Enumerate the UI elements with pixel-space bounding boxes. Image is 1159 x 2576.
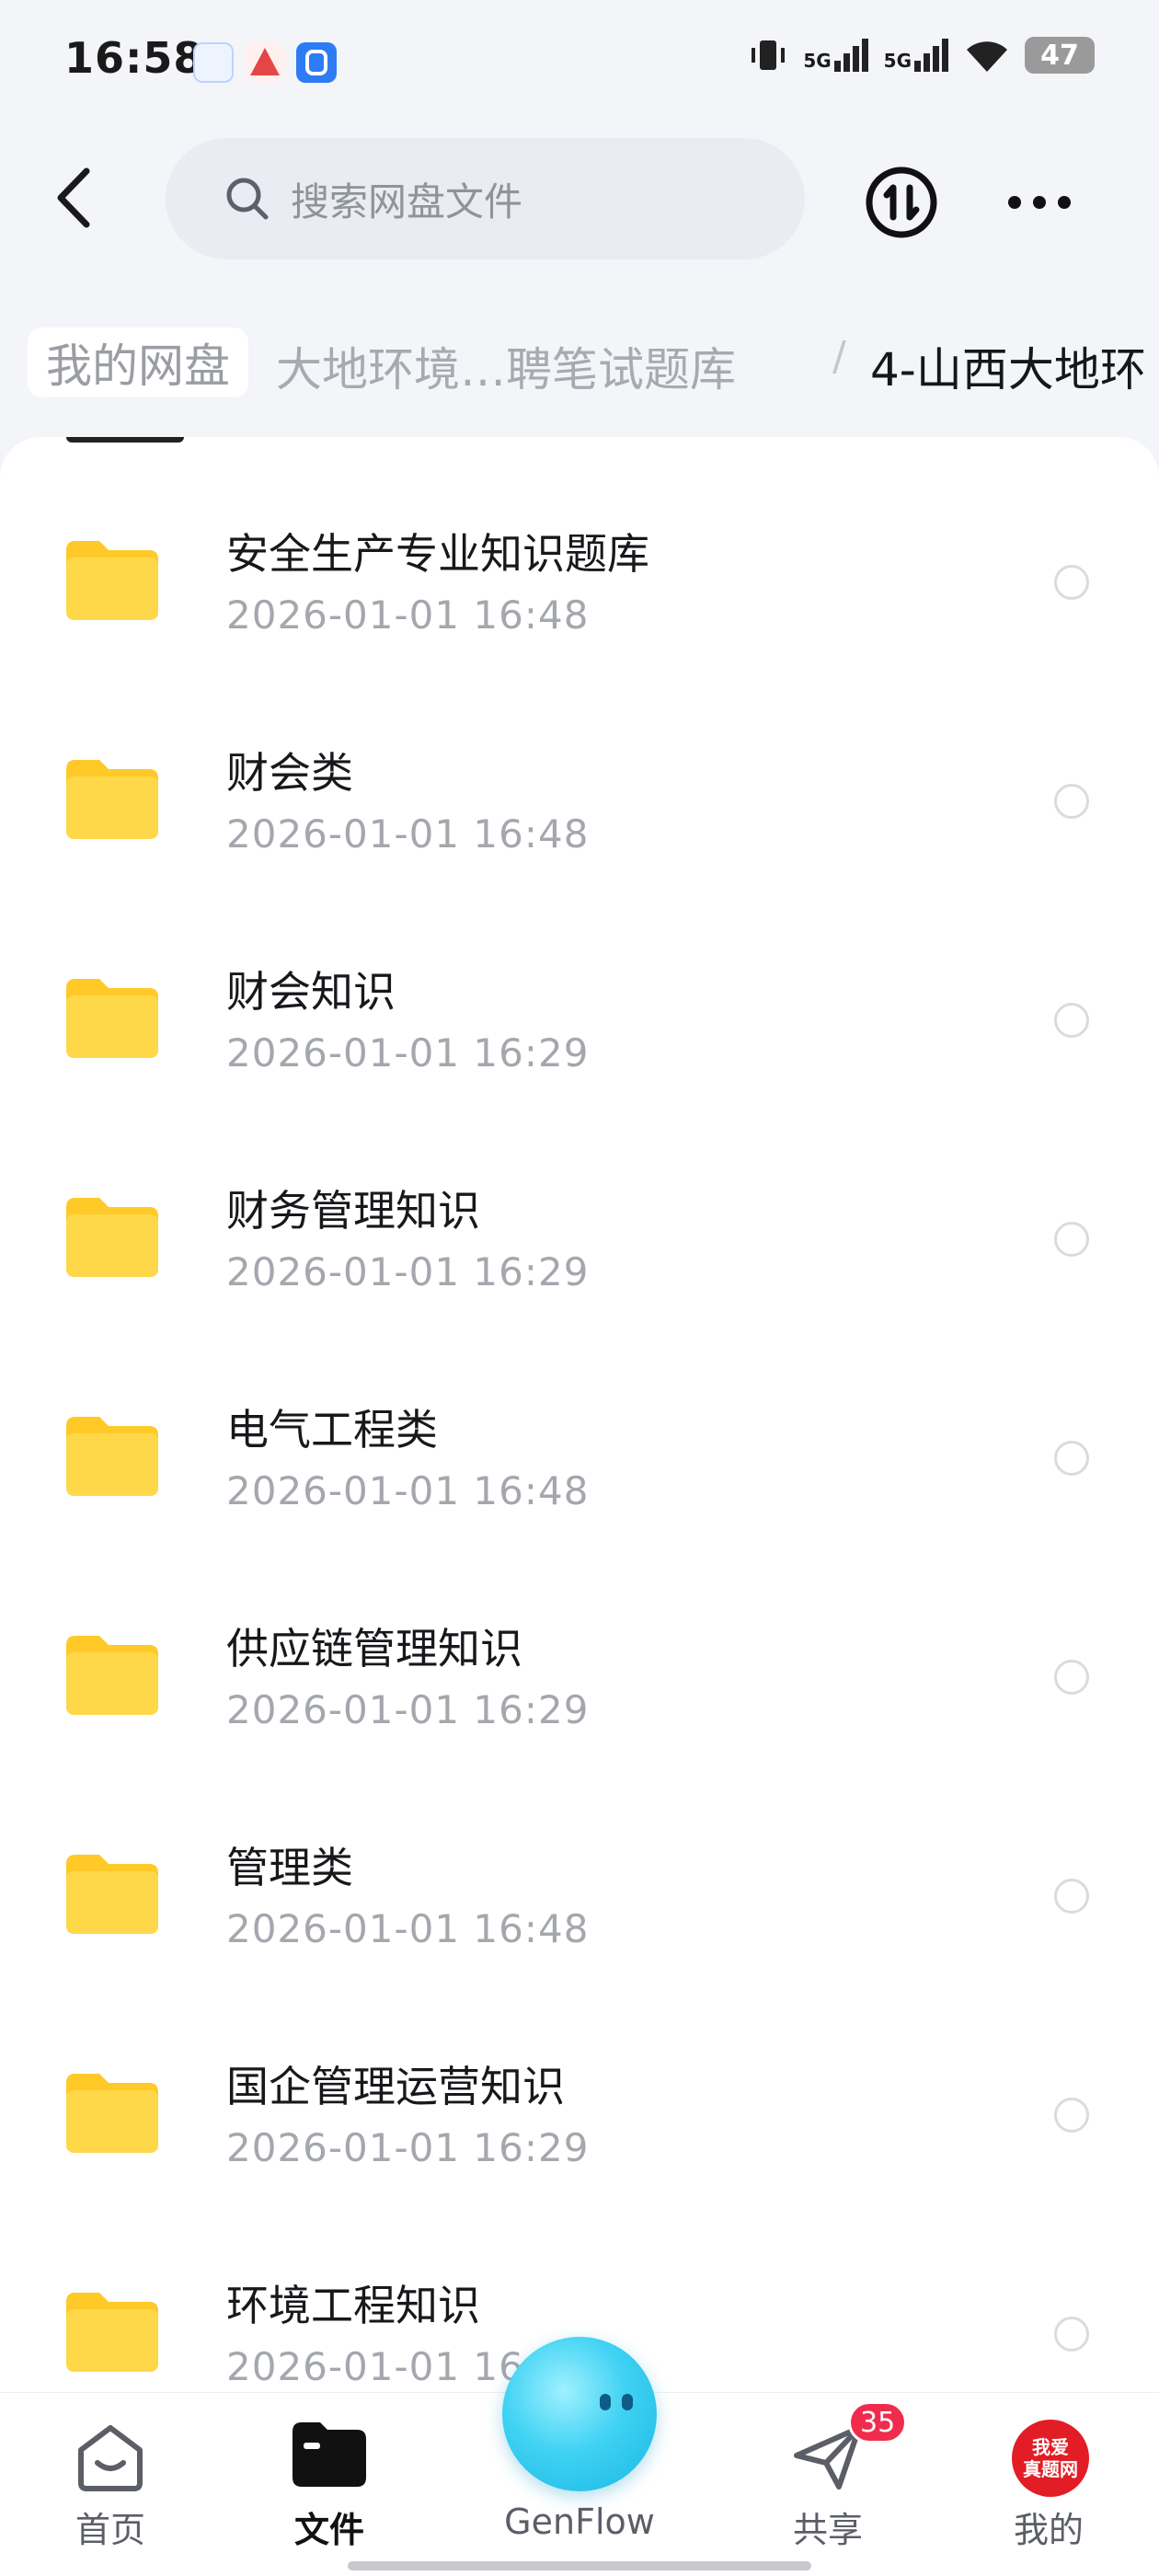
nav-me-label: 我的 <box>1013 2510 1084 2550</box>
file-date: 2026-01-01 16:48 <box>226 1468 590 1513</box>
file-name: 供应链管理知识 <box>226 1624 522 1673</box>
battery-icon: 47 <box>1025 37 1095 74</box>
app-notification-icon <box>245 42 285 83</box>
select-checkbox[interactable] <box>1054 1660 1089 1695</box>
file-list: 安全生产专业知识题库 2026-01-01 16:48 财会类 2026-01-… <box>0 437 1159 2576</box>
file-name: 财务管理知识 <box>226 1186 480 1236</box>
nav-files[interactable]: 文件 <box>237 2393 421 2576</box>
partial-folder-icon <box>66 437 184 443</box>
vibrate-icon <box>752 40 786 70</box>
file-date: 2026-01-01 16:29 <box>226 1687 590 1732</box>
folder-icon <box>66 541 158 620</box>
share-count-badge: 35 <box>848 2401 908 2444</box>
list-item[interactable]: 管理类 2026-01-01 16:48 <box>0 1761 1159 1980</box>
select-checkbox[interactable] <box>1054 1222 1089 1257</box>
genflow-mascot-icon[interactable] <box>502 2337 657 2491</box>
folder-icon <box>66 979 158 1058</box>
folder-icon <box>66 1636 158 1715</box>
more-button[interactable] <box>993 161 1085 244</box>
file-name: 国企管理运营知识 <box>226 2062 565 2111</box>
list-item[interactable]: 财务管理知识 2026-01-01 16:29 <box>0 1104 1159 1323</box>
nav-home[interactable]: 首页 <box>18 2393 202 2576</box>
back-button[interactable] <box>37 156 110 239</box>
file-name: 财会知识 <box>226 967 396 1017</box>
search-placeholder: 搜索网盘文件 <box>291 178 523 224</box>
avatar-text-line2: 真题网 <box>1023 2458 1078 2480</box>
file-date: 2026-01-01 16:48 <box>226 1906 590 1951</box>
app-notification-icon <box>193 42 234 83</box>
select-checkbox[interactable] <box>1054 2317 1089 2352</box>
file-name: 管理类 <box>226 1843 353 1892</box>
signal-icon: 5G <box>884 39 949 72</box>
app-notification-icon <box>296 42 337 83</box>
transfer-icon <box>866 167 937 238</box>
avatar-text-line1: 我爱 <box>1032 2436 1069 2458</box>
file-date: 2026-01-01 16:48 <box>226 811 590 857</box>
file-date: 2026-01-01 16:29 <box>226 2125 590 2170</box>
file-name: 环境工程知识 <box>226 2281 480 2330</box>
select-checkbox[interactable] <box>1054 1003 1089 1038</box>
home-indicator[interactable] <box>348 2561 811 2570</box>
file-date: 2026-01-01 16:48 <box>226 592 590 638</box>
select-checkbox[interactable] <box>1054 565 1089 600</box>
breadcrumb-item-root[interactable]: 我的网盘 <box>28 328 248 397</box>
status-bar: 16:58 5G 5G 47 <box>0 0 1159 129</box>
select-checkbox[interactable] <box>1054 784 1089 819</box>
status-time: 16:58 <box>64 33 204 83</box>
home-icon <box>78 2425 143 2491</box>
transfer-button[interactable] <box>860 161 943 244</box>
list-item[interactable]: 国企管理运营知识 2026-01-01 16:29 <box>0 1980 1159 2199</box>
search-icon <box>226 178 269 220</box>
list-item[interactable]: 安全生产专业知识题库 2026-01-01 16:48 <box>0 447 1159 666</box>
folder-icon <box>66 2074 158 2153</box>
breadcrumb-item-current: 4-山西大地环 <box>870 343 1146 397</box>
list-item[interactable]: 财会类 2026-01-01 16:48 <box>0 666 1159 885</box>
avatar[interactable]: 我爱 真题网 <box>1012 2420 1089 2497</box>
breadcrumb-separator: / <box>832 333 846 380</box>
select-checkbox[interactable] <box>1054 2098 1089 2133</box>
breadcrumb: 大地环境…聘笔试题库 我的网盘 / 4-山西大地环 <box>0 313 1159 414</box>
list-item[interactable]: 电气工程类 2026-01-01 16:48 <box>0 1323 1159 1542</box>
more-icon <box>1008 196 1071 209</box>
search-input[interactable]: 搜索网盘文件 <box>166 138 805 259</box>
notification-icons <box>193 42 337 83</box>
nav-genflow-label: GenFlow <box>504 2501 655 2542</box>
select-checkbox[interactable] <box>1054 1879 1089 1914</box>
chevron-left-icon <box>57 167 90 228</box>
system-icons: 5G 5G 47 <box>748 37 1095 74</box>
signal-icon: 5G <box>803 39 868 72</box>
select-checkbox[interactable] <box>1054 1441 1089 1476</box>
file-name: 财会类 <box>226 748 353 798</box>
nav-files-label: 文件 <box>293 2510 364 2550</box>
file-name: 安全生产专业知识题库 <box>226 529 649 579</box>
folder-icon <box>66 1417 158 1496</box>
breadcrumb-item-parent[interactable]: 大地环境…聘笔试题库 <box>276 333 736 399</box>
folder-icon <box>66 1198 158 1277</box>
folder-icon <box>66 1855 158 1934</box>
file-date: 2026-01-01 16: <box>226 2344 539 2389</box>
nav-share-label: 共享 <box>792 2510 863 2550</box>
nav-home-label: 首页 <box>75 2510 145 2550</box>
file-date: 2026-01-01 16:29 <box>226 1030 590 1075</box>
list-item[interactable]: 财会知识 2026-01-01 16:29 <box>0 885 1159 1104</box>
folder-icon <box>293 2422 366 2487</box>
file-date: 2026-01-01 16:29 <box>226 1249 590 1294</box>
list-item[interactable]: 供应链管理知识 2026-01-01 16:29 <box>0 1542 1159 1761</box>
wifi-icon <box>967 41 1007 72</box>
folder-icon <box>66 2293 158 2372</box>
folder-icon <box>66 760 158 839</box>
file-name: 电气工程类 <box>226 1405 438 1455</box>
